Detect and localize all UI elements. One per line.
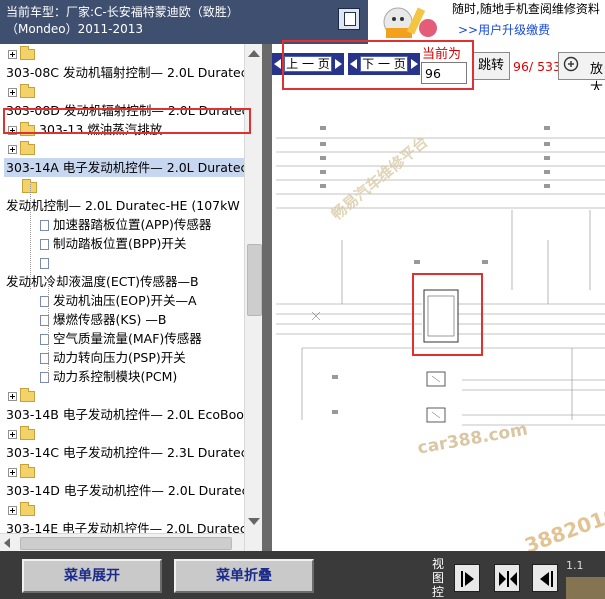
corner-watermark bbox=[566, 577, 605, 599]
tree-item-label: 303-14B 电子发动机控件— 2.0L EcoBoo bbox=[6, 407, 244, 422]
expand-plus-icon[interactable] bbox=[8, 468, 17, 477]
menu-expand-button[interactable]: 菜单展开 bbox=[22, 559, 162, 593]
tree-horizontal-scrollbar[interactable] bbox=[0, 533, 244, 551]
expand-plus-icon[interactable] bbox=[8, 506, 17, 515]
document-icon bbox=[40, 220, 49, 231]
tree-item[interactable] bbox=[8, 82, 39, 101]
split-arrows-icon bbox=[499, 571, 517, 587]
folder-icon bbox=[20, 502, 35, 516]
watermark-site: car388.com bbox=[416, 420, 529, 459]
expand-plus-icon[interactable] bbox=[8, 430, 17, 439]
tree-item[interactable]: 动力系控制模块(PCM) bbox=[40, 367, 177, 386]
tree-item-label: 动力转向压力(PSP)开关 bbox=[53, 350, 186, 365]
tree-item-label: 303-14A 电子发动机控件— 2.0L Duratec bbox=[6, 160, 244, 175]
tree-item[interactable]: 303-14C 电子发动机控件— 2.3L Duratec bbox=[6, 443, 244, 462]
ad-slogan: 随时,随地手机查阅维修资料 bbox=[452, 2, 600, 16]
component-highlight-box bbox=[412, 273, 483, 356]
tree-item[interactable]: 爆燃传感器(KS) —B bbox=[40, 310, 166, 329]
tree-item[interactable] bbox=[40, 253, 53, 272]
vehicle-model: （Mondeo）2011-2013 bbox=[6, 22, 144, 36]
document-icon bbox=[40, 239, 49, 250]
upgrade-ad[interactable]: 随时,随地手机查阅维修资料 >>用户升级缴费 bbox=[448, 0, 605, 44]
tree-item[interactable]: 303-14B 电子发动机控件— 2.0L EcoBoo bbox=[6, 405, 244, 424]
tree-item[interactable]: 303-14A 电子发动机控件— 2.0L Duratec bbox=[4, 158, 244, 177]
tree-item[interactable] bbox=[8, 44, 39, 63]
folder-icon bbox=[20, 426, 35, 440]
bottom-bar: 菜单展开 菜单折叠 视图控 1.1 bbox=[0, 551, 605, 599]
tree-item-label: 动力系控制模块(PCM) bbox=[53, 369, 178, 384]
scroll-down-arrow-icon[interactable] bbox=[248, 518, 260, 525]
tree-item-label: 303-14E 电子发动机控件— 2.0L Duratec bbox=[6, 521, 244, 533]
tree-guide-line bbox=[30, 184, 31, 289]
tree-item[interactable]: 303-08C 发动机辐射控制— 2.0L Duratec bbox=[6, 63, 244, 82]
window-toggle-button[interactable] bbox=[338, 8, 360, 30]
tree-item[interactable] bbox=[22, 177, 41, 196]
tree-item-label: 发动机冷却液温度(ECT)传感器—B bbox=[6, 274, 199, 289]
tree-item[interactable]: 动力转向压力(PSP)开关 bbox=[40, 348, 186, 367]
folder-icon bbox=[20, 141, 35, 155]
arrow-left-bar-icon bbox=[540, 571, 553, 587]
zoom-plus-icon bbox=[563, 56, 579, 72]
nav-highlight-box bbox=[282, 40, 474, 90]
tree-item[interactable] bbox=[8, 386, 39, 405]
expand-plus-icon[interactable] bbox=[8, 50, 17, 59]
tree-item-label: 发动机控制— 2.0L Duratec-HE (107kW bbox=[6, 198, 240, 213]
menu-collapse-button[interactable]: 菜单折叠 bbox=[174, 559, 314, 593]
tree-hscroll-thumb[interactable] bbox=[20, 537, 232, 550]
watermark-text: 畅易汽车维修平台 bbox=[328, 133, 432, 224]
view-split-button[interactable] bbox=[494, 564, 520, 592]
tree-item[interactable]: 加速器踏板位置(APP)传感器 bbox=[40, 215, 211, 234]
watermark-number: 3882016 bbox=[521, 502, 605, 551]
current-vehicle-info: 当前车型：厂家:C-长安福特蒙迪欧（致胜） （Mondeo）2011-2013 bbox=[6, 4, 346, 38]
scroll-up-arrow-icon[interactable] bbox=[248, 50, 260, 57]
upgrade-link[interactable]: >>用户升级缴费 bbox=[458, 21, 550, 38]
zoom-in-button[interactable]: 放大 bbox=[558, 52, 605, 96]
pane-splitter[interactable] bbox=[262, 44, 272, 551]
tree-item[interactable]: 发动机冷却液温度(ECT)传感器—B bbox=[6, 272, 199, 291]
arrow-right-bar-icon bbox=[461, 571, 474, 587]
tree-item-label: 303-08C 发动机辐射控制— 2.0L Duratec bbox=[6, 65, 244, 80]
folder-icon bbox=[20, 464, 35, 478]
version-label: 1.1 bbox=[566, 559, 584, 572]
tree-item[interactable] bbox=[8, 424, 39, 443]
tree-item[interactable]: 发动机控制— 2.0L Duratec-HE (107kW bbox=[6, 196, 240, 215]
selected-item-highlight-box bbox=[3, 108, 251, 134]
tree-item-label: 制动踏板位置(BPP)开关 bbox=[53, 236, 187, 251]
view-prev-button[interactable] bbox=[532, 564, 558, 592]
tree-item-label: 303-14D 电子发动机控件— 2.0L Duratec bbox=[6, 483, 244, 498]
tree-item[interactable] bbox=[8, 462, 39, 481]
folder-icon bbox=[20, 388, 35, 402]
tree-item-label: 303-14C 电子发动机控件— 2.3L Duratec bbox=[6, 445, 244, 460]
tree-item-label: 发动机油压(EOP)开关—A bbox=[53, 293, 197, 308]
vehicle-label: 当前车型：厂家:C-长安福特蒙迪欧（致胜） bbox=[6, 5, 239, 19]
document-icon bbox=[40, 258, 49, 269]
tree-item[interactable] bbox=[8, 500, 39, 519]
tree-scroll-thumb[interactable] bbox=[247, 244, 262, 316]
arrow-left-icon bbox=[274, 59, 281, 69]
scroll-left-arrow-icon[interactable] bbox=[4, 538, 10, 548]
tree-item[interactable]: 制动踏板位置(BPP)开关 bbox=[40, 234, 186, 253]
header-bar: 当前车型：厂家:C-长安福特蒙迪欧（致胜） （Mondeo）2011-2013 … bbox=[0, 0, 605, 44]
expand-plus-icon[interactable] bbox=[8, 145, 17, 154]
tree-item[interactable]: 303-14D 电子发动机控件— 2.0L Duratec bbox=[6, 481, 244, 500]
mascot-logo bbox=[368, 0, 448, 44]
tree-item[interactable]: 空气质量流量(MAF)传感器 bbox=[40, 329, 202, 348]
tree-item[interactable] bbox=[8, 139, 39, 158]
page-count: 96/ 533 bbox=[513, 59, 561, 74]
jump-button[interactable]: 跳转 bbox=[472, 52, 510, 80]
tree-item-label: 爆燃传感器(KS) —B bbox=[53, 312, 167, 327]
view-next-button[interactable] bbox=[454, 564, 480, 592]
view-control-label: 视图控 bbox=[432, 557, 445, 599]
tree-item-label: 空气质量流量(MAF)传感器 bbox=[53, 331, 202, 346]
folder-icon bbox=[20, 84, 35, 98]
folder-icon bbox=[20, 46, 35, 60]
tree-item[interactable]: 303-14E 电子发动机控件— 2.0L Duratec bbox=[6, 519, 244, 533]
expand-plus-icon[interactable] bbox=[8, 88, 17, 97]
tree-item[interactable]: 发动机油压(EOP)开关—A bbox=[40, 291, 197, 310]
tree-item-label: 加速器踏板位置(APP)传感器 bbox=[53, 217, 212, 232]
tree-guide-line bbox=[48, 279, 49, 379]
expand-plus-icon[interactable] bbox=[8, 392, 17, 401]
